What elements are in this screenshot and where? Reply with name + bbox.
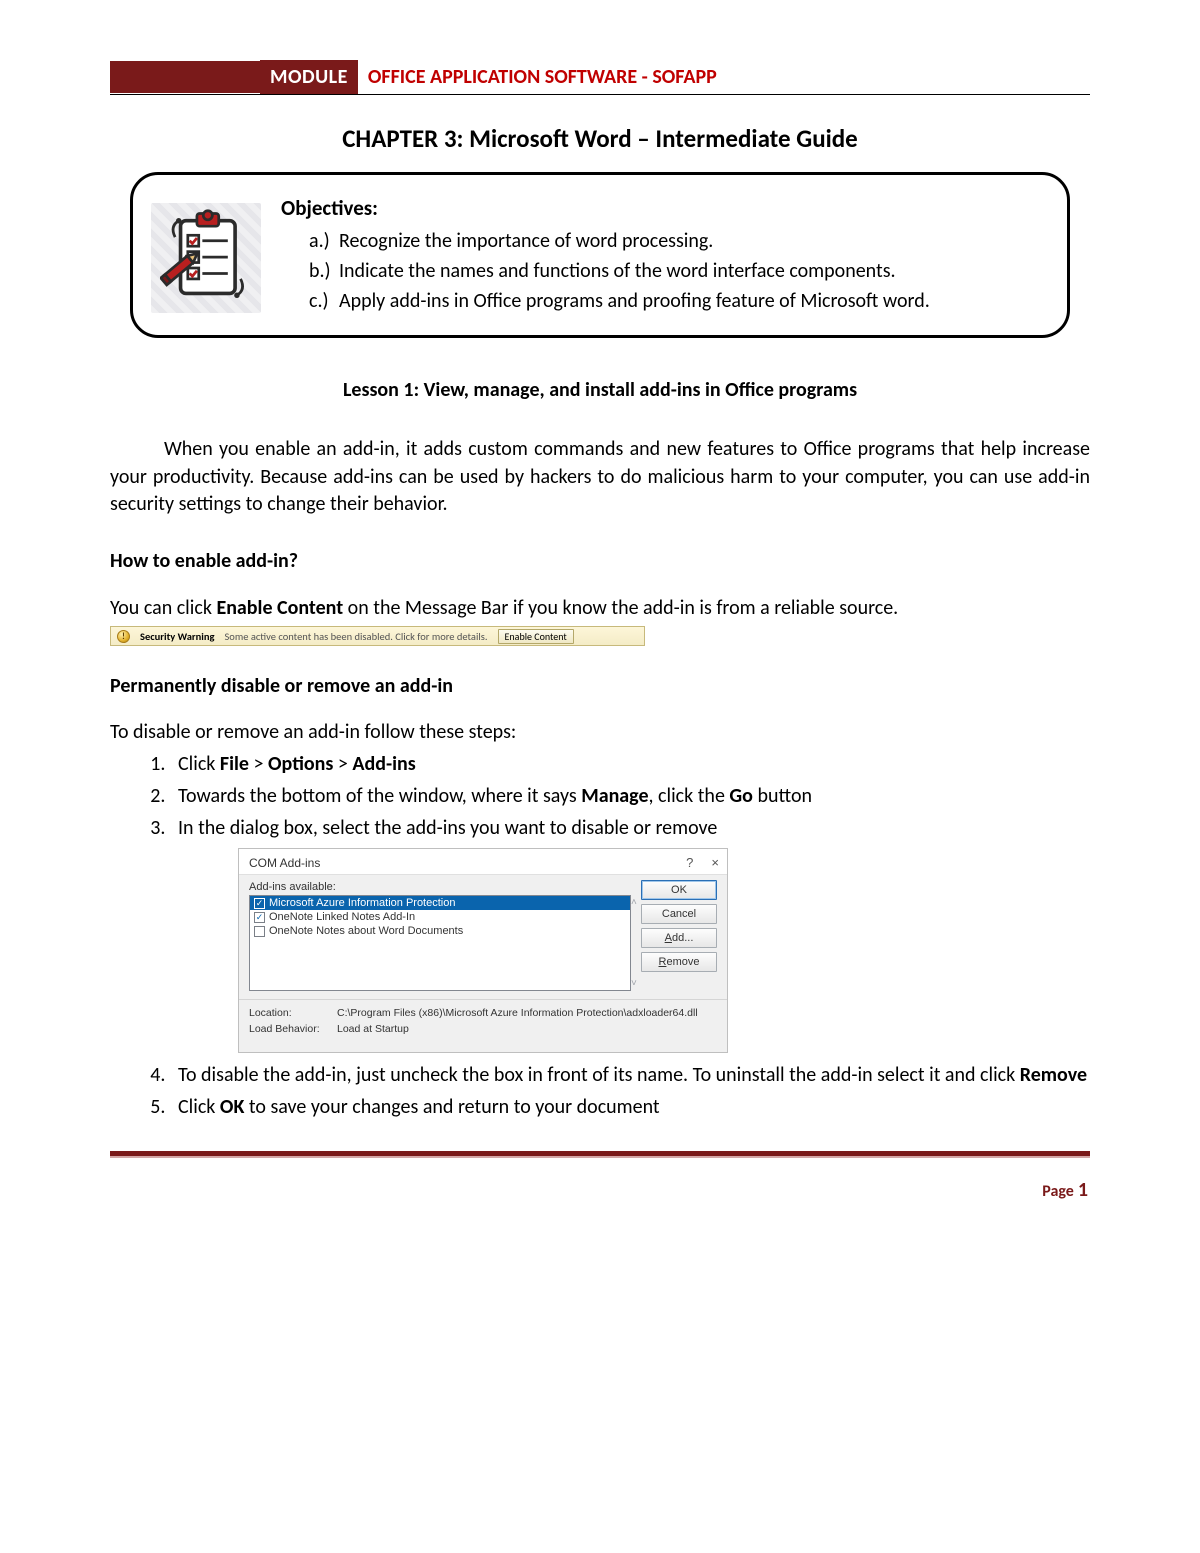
- steps-list: Click File > Options > Add-ins Towards t…: [110, 750, 1090, 842]
- module-header: MODULE OFFICE APPLICATION SOFTWARE - SOF…: [110, 60, 1090, 95]
- step-item: In the dialog box, select the add-ins yo…: [170, 814, 1090, 842]
- step-item: Towards the bottom of the window, where …: [170, 782, 1090, 810]
- load-behavior-label: Load Behavior:: [249, 1022, 337, 1038]
- objective-item: c.)Apply add-ins in Office programs and …: [309, 287, 1043, 315]
- objectives-box: Objectives: a.)Recognize the importance …: [130, 172, 1070, 338]
- dialog-close-button[interactable]: ×: [711, 855, 719, 870]
- footer-divider-shadow: [110, 1156, 1090, 1158]
- warning-shield-icon: !: [117, 630, 130, 643]
- addins-available-label: Add-ins available:: [249, 881, 631, 893]
- remove-button[interactable]: Remove: [641, 952, 717, 972]
- security-warning-message-bar: ! Security Warning Some active content h…: [110, 626, 645, 646]
- location-label: Location:: [249, 1006, 337, 1022]
- step-item: To disable the add-in, just uncheck the …: [170, 1061, 1090, 1089]
- header-accent-block: [110, 61, 260, 93]
- lesson-title: Lesson 1: View, manage, and install add-…: [110, 378, 1090, 402]
- checkbox-icon[interactable]: ✓: [254, 898, 265, 909]
- security-warning-label: Security Warning: [140, 630, 214, 643]
- checkbox-icon[interactable]: [254, 926, 265, 937]
- addin-item[interactable]: ✓ OneNote Linked Notes Add-In: [250, 910, 630, 924]
- steps-list-continued: To disable the add-in, just uncheck the …: [110, 1061, 1090, 1121]
- objective-item: a.)Recognize the importance of word proc…: [309, 227, 1043, 255]
- cancel-button[interactable]: Cancel: [641, 904, 717, 924]
- checkbox-icon[interactable]: ✓: [254, 912, 265, 923]
- add-button[interactable]: Add...: [641, 928, 717, 948]
- dialog-title: COM Add-ins: [249, 856, 320, 870]
- objectives-list: a.)Recognize the importance of word proc…: [281, 227, 1043, 315]
- scroll-down-icon[interactable]: ˅: [631, 978, 645, 989]
- objectives-heading: Objectives:: [281, 195, 1043, 221]
- ok-button[interactable]: OK: [641, 880, 717, 900]
- step-item: Click File > Options > Add-ins: [170, 750, 1090, 778]
- module-label: MODULE: [260, 60, 358, 94]
- location-value: C:\Program Files (x86)\Microsoft Azure I…: [337, 1006, 698, 1022]
- course-title: OFFICE APPLICATION SOFTWARE - SOFAPP: [358, 65, 717, 89]
- scrollbar[interactable]: ˄ ˅: [631, 896, 645, 990]
- intro-paragraph: When you enable an add-in, it adds custo…: [110, 436, 1090, 519]
- page-number: Page1: [110, 1178, 1090, 1202]
- step-item: Click OK to save your changes and return…: [170, 1093, 1090, 1121]
- addin-item[interactable]: ✓ Microsoft Azure Information Protection: [250, 896, 630, 910]
- clipboard-checklist-icon: [151, 203, 261, 313]
- scroll-up-icon[interactable]: ˄: [631, 897, 645, 908]
- chapter-title: CHAPTER 3: Microsoft Word – Intermediate…: [110, 123, 1090, 154]
- load-behavior-value: Load at Startup: [337, 1022, 409, 1038]
- steps-intro: To disable or remove an add-in follow th…: [110, 720, 1090, 744]
- addin-item[interactable]: OneNote Notes about Word Documents: [250, 924, 630, 938]
- security-warning-message: Some active content has been disabled. C…: [224, 630, 487, 643]
- enable-addin-heading: How to enable add-in?: [110, 549, 1090, 573]
- objective-item: b.)Indicate the names and functions of t…: [309, 257, 1043, 285]
- com-addins-dialog: COM Add-ins ? × Add-ins available: ✓ Mic…: [238, 848, 728, 1053]
- disable-addin-heading: Permanently disable or remove an add-in: [110, 674, 1090, 698]
- dialog-help-button[interactable]: ?: [686, 855, 693, 870]
- enable-content-instruction: You can click Enable Content on the Mess…: [110, 595, 1090, 623]
- addin-listbox[interactable]: ✓ Microsoft Azure Information Protection…: [249, 895, 631, 991]
- enable-content-button[interactable]: Enable Content: [498, 629, 574, 644]
